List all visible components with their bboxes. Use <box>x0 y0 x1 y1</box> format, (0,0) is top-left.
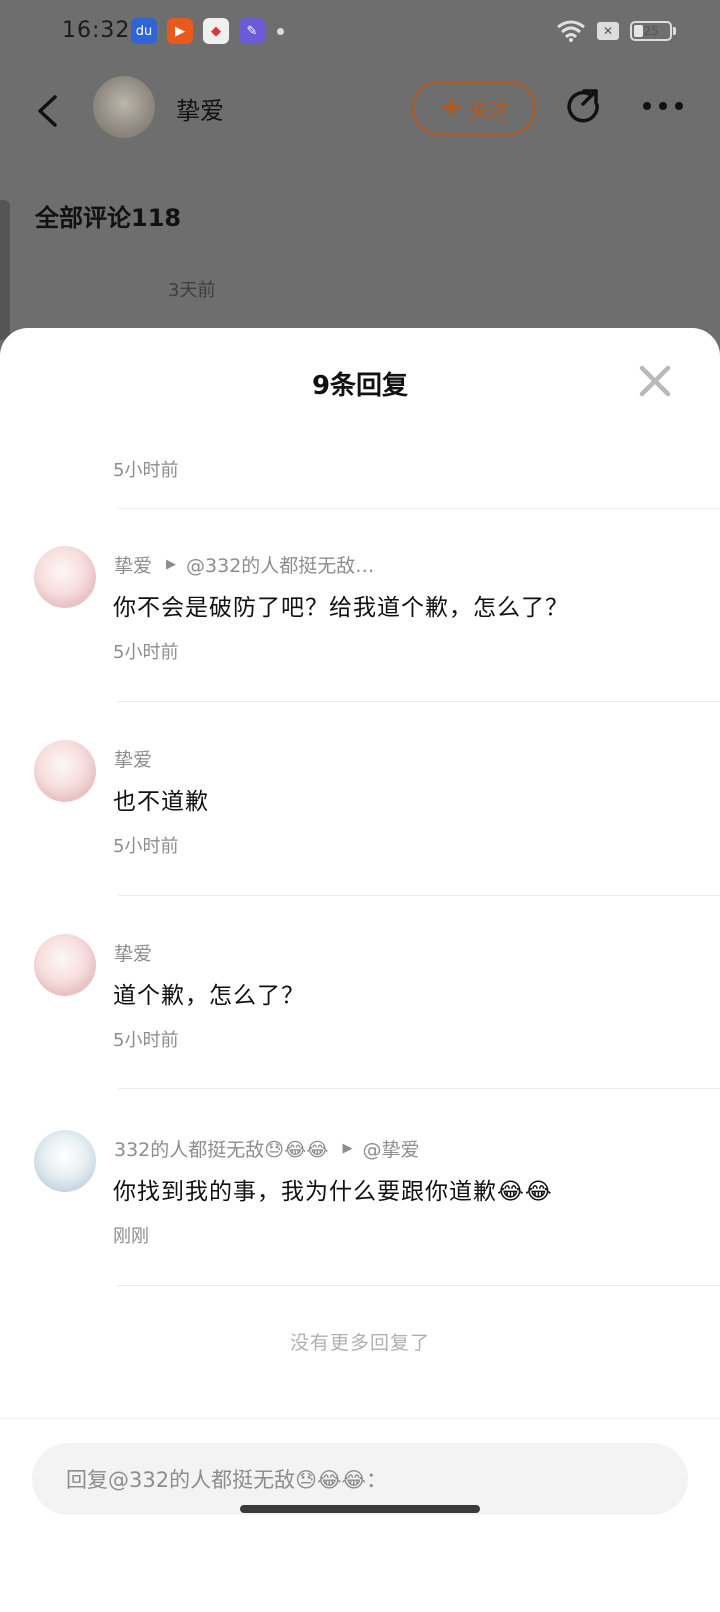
follow-button[interactable]: + 关注 <box>412 81 536 135</box>
avatar[interactable] <box>34 934 96 996</box>
back-arrow-icon[interactable] <box>35 94 59 128</box>
battery-tip <box>673 27 676 35</box>
sheet-title: 9条回复 <box>311 371 409 401</box>
reply-time: 5小时前 <box>113 836 179 857</box>
more-options-icon[interactable] <box>643 102 683 110</box>
reply-author[interactable]: 挚爱 <box>114 551 152 578</box>
battery-text: 25 <box>643 24 659 38</box>
previous-reply-time: 5小时前 <box>113 460 179 481</box>
avatar[interactable] <box>34 1130 96 1192</box>
all-comments-heading: 全部评论118 <box>35 204 182 232</box>
status-time: 16:32 <box>62 18 131 43</box>
notification-dot-icon <box>277 28 284 35</box>
background-comment-time: 3天前 <box>168 280 216 301</box>
share-icon[interactable] <box>563 86 605 128</box>
divider <box>118 701 720 702</box>
divider <box>118 1088 720 1089</box>
reply-input-area: 回复@332的人都挺无敌😓😂😂： <box>0 1418 720 1612</box>
notification-app-icons: du ▶ ◆ ✎ <box>131 18 265 44</box>
reply-author[interactable]: 挚爱 <box>114 745 152 772</box>
maps-app-icon: ◆ <box>203 18 229 44</box>
replies-sheet: 9条回复 5小时前 挚爱 ▶ @332的人都挺无敌… 你不会是破防了吧？给我道个… <box>0 328 720 1612</box>
reply-author[interactable]: 332的人都挺无敌😓😂😂 <box>114 1135 328 1162</box>
reply-time: 刚刚 <box>113 1226 149 1247</box>
top-nav: 挚爱 + 关注 <box>0 72 720 152</box>
divider <box>118 508 720 509</box>
reply-to[interactable]: @挚爱 <box>362 1135 419 1162</box>
plus-icon: + <box>439 89 463 123</box>
reply-arrow-icon: ▶ <box>166 557 177 572</box>
author-name[interactable]: 挚爱 <box>176 91 224 126</box>
reply-text[interactable]: 道个歉，怎么了？ <box>113 976 305 1010</box>
battery-icon: 25 <box>630 21 672 41</box>
divider <box>118 895 720 896</box>
wifi-icon <box>557 20 585 42</box>
reply-text[interactable]: 你找到我的事，我为什么要跟你道歉😂😂 <box>113 1172 553 1206</box>
status-bar: 16:32 du ▶ ◆ ✎ ✕ 25 <box>0 0 720 66</box>
kuaishou-app-icon: ▶ <box>167 18 193 44</box>
sim-card-icon: ✕ <box>597 22 619 40</box>
reply-to[interactable]: @332的人都挺无敌… <box>186 551 374 578</box>
reply-time: 5小时前 <box>113 1030 179 1051</box>
author-avatar[interactable] <box>93 76 155 138</box>
reply-text[interactable]: 也不道歉 <box>113 782 209 816</box>
background-page: 16:32 du ▶ ◆ ✎ ✕ 25 挚爱 + 关注 全部评论118 3天前 <box>0 0 720 340</box>
divider <box>118 1285 720 1286</box>
close-icon[interactable] <box>638 364 672 398</box>
reply-meta: 挚爱 <box>114 745 152 772</box>
home-indicator[interactable] <box>240 1505 480 1513</box>
follow-label: 关注 <box>468 97 509 122</box>
reply-time: 5小时前 <box>113 642 179 663</box>
avatar[interactable] <box>34 546 96 608</box>
avatar[interactable] <box>34 740 96 802</box>
reply-arrow-icon: ▶ <box>342 1141 353 1156</box>
baidu-app-icon: du <box>131 18 157 44</box>
reply-meta: 332的人都挺无敌😓😂😂 ▶ @挚爱 <box>114 1135 420 1162</box>
reply-meta: 挚爱 <box>114 939 152 966</box>
reply-text[interactable]: 你不会是破防了吧？给我道个歉，怎么了？ <box>113 588 569 622</box>
no-more-replies: 没有更多回复了 <box>289 1332 430 1354</box>
scroll-edge <box>0 200 10 340</box>
pen-app-icon: ✎ <box>239 18 265 44</box>
reply-meta: 挚爱 ▶ @332的人都挺无敌… <box>114 551 374 578</box>
reply-author[interactable]: 挚爱 <box>114 939 152 966</box>
